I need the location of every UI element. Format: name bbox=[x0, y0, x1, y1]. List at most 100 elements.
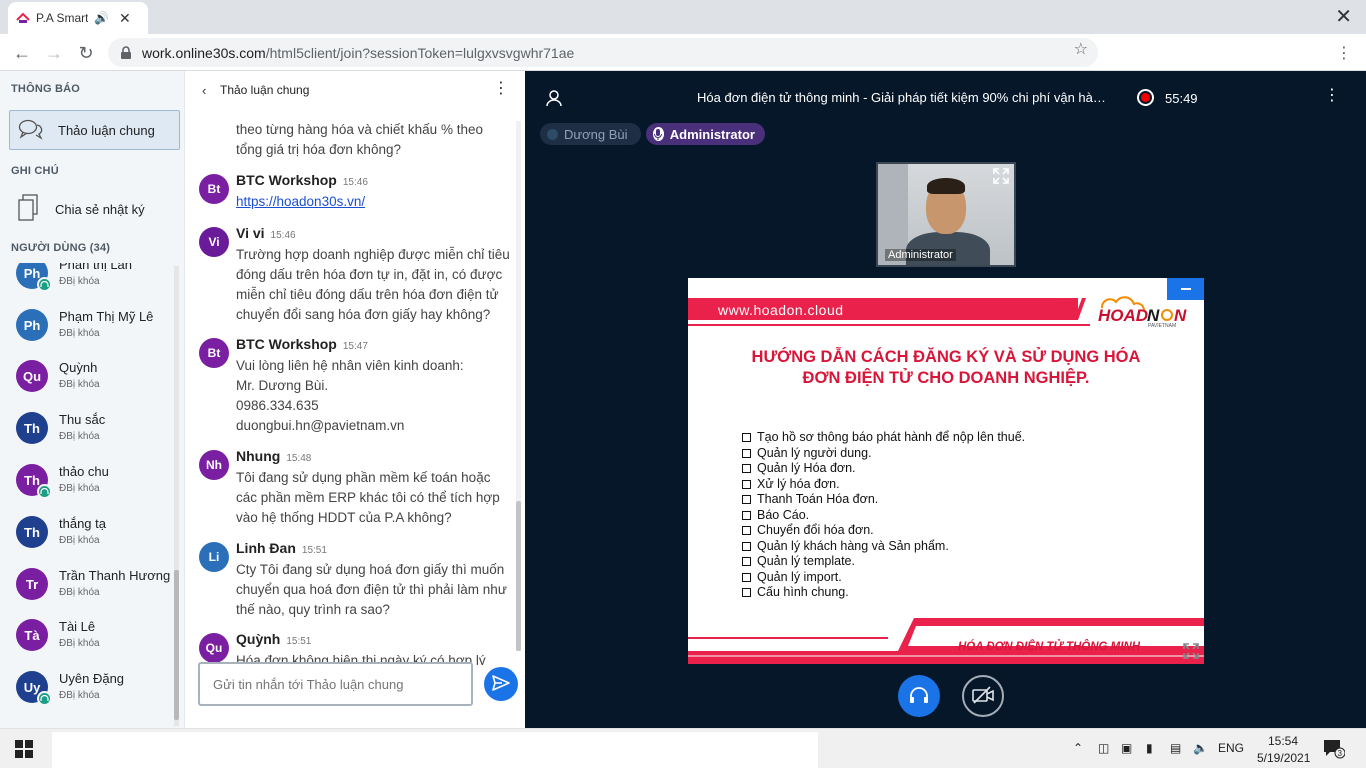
tray-app-icon[interactable]: ▣ bbox=[1121, 741, 1132, 755]
user-list-item[interactable]: Tr Trần Thanh Hương ĐBị khóa bbox=[0, 562, 178, 614]
user-name: Trần Thanh Hương bbox=[59, 568, 171, 583]
message-time: 15:46 bbox=[342, 177, 368, 188]
user-list-item[interactable]: Tà Tài Lê ĐBị khóa bbox=[0, 613, 178, 665]
tab-audio-icon[interactable]: 🔊 bbox=[94, 11, 109, 25]
checkbox-square-icon bbox=[742, 572, 751, 582]
send-message-button[interactable] bbox=[484, 667, 518, 701]
webcam-video[interactable]: Administrator bbox=[876, 162, 1016, 267]
chat-header: ‹ Thảo luận chung ⋮ bbox=[185, 71, 525, 111]
clock-time[interactable]: 15:54 bbox=[1268, 734, 1298, 748]
user-list-item[interactable]: Th thảo chu ĐBị khóa bbox=[0, 458, 178, 510]
minus-icon bbox=[1180, 288, 1191, 290]
slide-bullet-item: Quản lý import. bbox=[742, 570, 1025, 586]
talking-indicator-1[interactable]: Dương Bùi bbox=[540, 123, 641, 145]
user-panel: THÔNG BÁO Thảo luận chung GHI CHÚ Chia s… bbox=[0, 71, 185, 728]
message-sender: Quỳnh 15:51 bbox=[236, 631, 312, 647]
message-sender: Linh Đan 15:51 bbox=[236, 540, 327, 556]
chevron-left-icon[interactable]: ‹ bbox=[202, 83, 206, 98]
forward-arrow-icon[interactable]: → bbox=[42, 41, 66, 65]
taskbar-search-box[interactable] bbox=[52, 732, 818, 768]
slide-bullet-item: Chuyển đổi hóa đơn. bbox=[742, 523, 1025, 539]
tray-language[interactable]: ENG bbox=[1218, 741, 1244, 755]
chat-header-title[interactable]: Thảo luận chung bbox=[220, 83, 309, 97]
headset-icon bbox=[37, 691, 52, 706]
user-list-item[interactable]: Th Thu sắc ĐBị khóa bbox=[0, 406, 178, 458]
chat-scrollbar[interactable] bbox=[516, 121, 521, 651]
slide-url: www.hoadon.cloud bbox=[718, 302, 844, 318]
chat-message-input[interactable] bbox=[198, 662, 473, 706]
message-text: https://hoadon30s.vn/ bbox=[236, 192, 511, 212]
shared-notes-item[interactable]: Chia sẻ nhật ký bbox=[9, 189, 180, 229]
message-text: theo từng hàng hóa và chiết khấu % theo … bbox=[236, 122, 483, 157]
message-text: Tôi đang sử dụng phần mềm kế toán hoặc c… bbox=[236, 470, 500, 525]
browser-menu-icon[interactable]: ⋮ bbox=[1336, 43, 1352, 63]
tray-network-icon[interactable]: ▤ bbox=[1170, 741, 1181, 755]
svg-text:3: 3 bbox=[1338, 749, 1343, 758]
slide-fullscreen-icon[interactable] bbox=[1181, 641, 1201, 661]
audio-headphones-button[interactable] bbox=[898, 675, 940, 717]
clock-date[interactable]: 5/19/2021 bbox=[1257, 751, 1310, 765]
message-time: 15:51 bbox=[301, 545, 327, 556]
avatar: Th bbox=[16, 412, 48, 444]
user-name: Phạm Thị Mỹ Lê bbox=[59, 309, 154, 324]
user-list-item[interactable]: Th thắng tạ ĐBị khóa bbox=[0, 510, 178, 562]
bookmark-star-icon[interactable]: ☆ bbox=[1074, 39, 1088, 59]
tray-chevron-up-icon[interactable]: ⌃ bbox=[1073, 741, 1083, 755]
send-icon bbox=[492, 674, 510, 694]
user-list-item[interactable]: Qu Quỳnh ĐBị khóa bbox=[0, 354, 178, 406]
message-text: Cty Tôi đang sử dụng hoá đơn giấy thì mu… bbox=[236, 562, 507, 617]
avatar: Bt bbox=[199, 338, 229, 368]
user-status: ĐBị khóa bbox=[59, 483, 100, 494]
address-bar[interactable]: work.online30s.com/html5client/join?sess… bbox=[108, 38, 1098, 67]
tray-device-icon[interactable]: ◫ bbox=[1098, 741, 1109, 755]
avatar: Bt bbox=[199, 174, 229, 204]
message-time: 15:51 bbox=[286, 636, 312, 647]
checkbox-square-icon bbox=[742, 448, 751, 458]
window-close-icon[interactable]: ✕ bbox=[1335, 4, 1352, 29]
user-status: ĐBị khóa bbox=[59, 638, 100, 649]
tray-volume-icon[interactable]: 🔈 bbox=[1193, 741, 1208, 755]
avatar: Qu bbox=[16, 360, 48, 392]
avatar: Vi bbox=[199, 227, 229, 257]
talking-indicator-2[interactable]: Administrator bbox=[646, 123, 765, 145]
windows-taskbar: ⌃ ◫ ▣ ▮ ▤ 🔈 ENG 15:54 5/19/2021 3 bbox=[0, 728, 1366, 768]
site-favicon-icon bbox=[16, 11, 30, 25]
meeting-app: THÔNG BÁO Thảo luận chung GHI CHÚ Chia s… bbox=[0, 71, 1366, 728]
checkbox-square-icon bbox=[742, 479, 751, 489]
user-name: Quỳnh bbox=[59, 360, 98, 375]
fullscreen-icon[interactable] bbox=[991, 166, 1011, 186]
back-arrow-icon[interactable]: ← bbox=[10, 41, 34, 65]
reload-icon[interactable]: ↻ bbox=[74, 41, 98, 65]
user-status: ĐBị khóa bbox=[59, 276, 100, 287]
message-sender: BTC Workshop 15:47 bbox=[236, 336, 368, 352]
options-menu-icon[interactable]: ⋮ bbox=[1324, 88, 1340, 104]
avatar: Ph bbox=[16, 309, 48, 341]
browser-tabbar: P.A Smart 🔊 ✕ ✕ bbox=[0, 0, 1366, 34]
user-icon[interactable] bbox=[545, 89, 563, 110]
svg-text:HOAD: HOAD bbox=[1098, 306, 1148, 325]
user-list-scrollbar[interactable] bbox=[174, 266, 179, 726]
message-sender: Vi vi 15:46 bbox=[236, 225, 296, 241]
chat-panel: ‹ Thảo luận chung ⋮ theo từng hàng hóa v… bbox=[185, 71, 525, 728]
minimize-presentation-button[interactable] bbox=[1167, 278, 1204, 300]
public-chat-item[interactable]: Thảo luận chung bbox=[9, 110, 180, 150]
notification-center-icon[interactable]: 3 bbox=[1323, 739, 1346, 759]
webcam-user-label: Administrator bbox=[885, 249, 956, 261]
user-list-item[interactable]: Ph Phạm Thị Mỹ Lê ĐBị khóa bbox=[0, 303, 178, 355]
chat-options-icon[interactable]: ⋮ bbox=[493, 81, 509, 97]
windows-start-icon[interactable] bbox=[15, 740, 33, 758]
webcam-toggle-button[interactable] bbox=[962, 675, 1004, 717]
browser-tab[interactable]: P.A Smart 🔊 ✕ bbox=[8, 2, 148, 34]
checkbox-square-icon bbox=[742, 526, 751, 536]
user-list-item[interactable]: Uy Uyên Đặng ĐBị khóa bbox=[0, 665, 178, 717]
message-link[interactable]: https://hoadon30s.vn/ bbox=[236, 194, 365, 209]
tray-battery-icon[interactable]: ▮ bbox=[1146, 741, 1153, 755]
tab-close-icon[interactable]: ✕ bbox=[119, 10, 131, 27]
user-status: ĐBị khóa bbox=[59, 535, 100, 546]
slide-bullet-item: Báo Cáo. bbox=[742, 508, 1025, 524]
user-list-item[interactable]: Ph Phan thị Lan ĐBị khóa bbox=[0, 263, 178, 303]
video-off-icon bbox=[972, 685, 994, 707]
tab-title: P.A Smart bbox=[36, 11, 88, 25]
recording-icon[interactable] bbox=[1137, 89, 1154, 106]
user-status: ĐBị khóa bbox=[59, 587, 100, 598]
